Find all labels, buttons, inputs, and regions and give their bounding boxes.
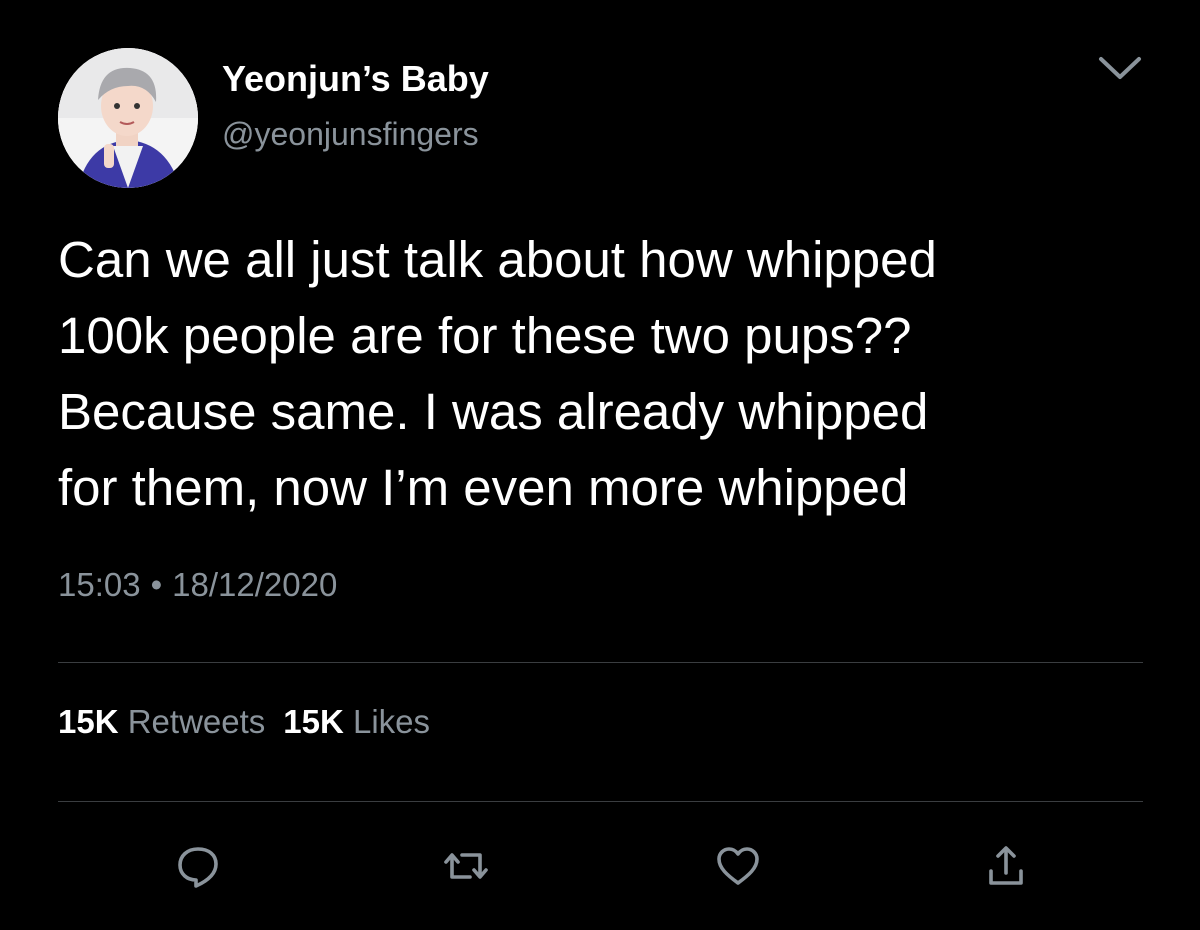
tweet-text-line: Because same. I was already whipped (58, 383, 929, 440)
tweet-time: 15:03 (58, 566, 141, 603)
display-name[interactable]: Yeonjun’s Baby (222, 58, 489, 100)
retweets-count: 15K (58, 703, 119, 740)
tweet-text: Can we all just talk about how whipped 1… (58, 222, 1158, 526)
likes-count: 15K (283, 703, 344, 740)
tweet-text-line: 100k people are for these two pups?? (58, 307, 912, 364)
likes-label: Likes (353, 703, 431, 740)
retweets-stat[interactable]: 15K Retweets (58, 703, 265, 740)
tweet-date: 18/12/2020 (172, 566, 338, 603)
retweet-icon[interactable] (436, 838, 496, 894)
avatar[interactable] (58, 48, 198, 188)
avatar-image (58, 48, 198, 188)
likes-stat[interactable]: 15K Likes (283, 703, 430, 740)
tweet-text-line: Can we all just talk about how whipped (58, 231, 937, 288)
reply-icon[interactable] (168, 838, 228, 894)
divider (58, 801, 1143, 802)
retweets-label: Retweets (127, 703, 266, 740)
like-icon[interactable] (708, 838, 768, 894)
share-icon[interactable] (976, 838, 1036, 894)
tweet-timestamp: 15:03 • 18/12/2020 (58, 566, 337, 604)
tweet-stats: 15K Retweets 15K Likes (58, 703, 448, 741)
tweet-text-line: for them, now I’m even more whipped (58, 459, 909, 516)
divider (58, 662, 1143, 663)
user-handle[interactable]: @yeonjunsfingers (222, 116, 479, 153)
meta-separator: • (150, 566, 163, 603)
chevron-down-icon[interactable] (1092, 48, 1148, 88)
